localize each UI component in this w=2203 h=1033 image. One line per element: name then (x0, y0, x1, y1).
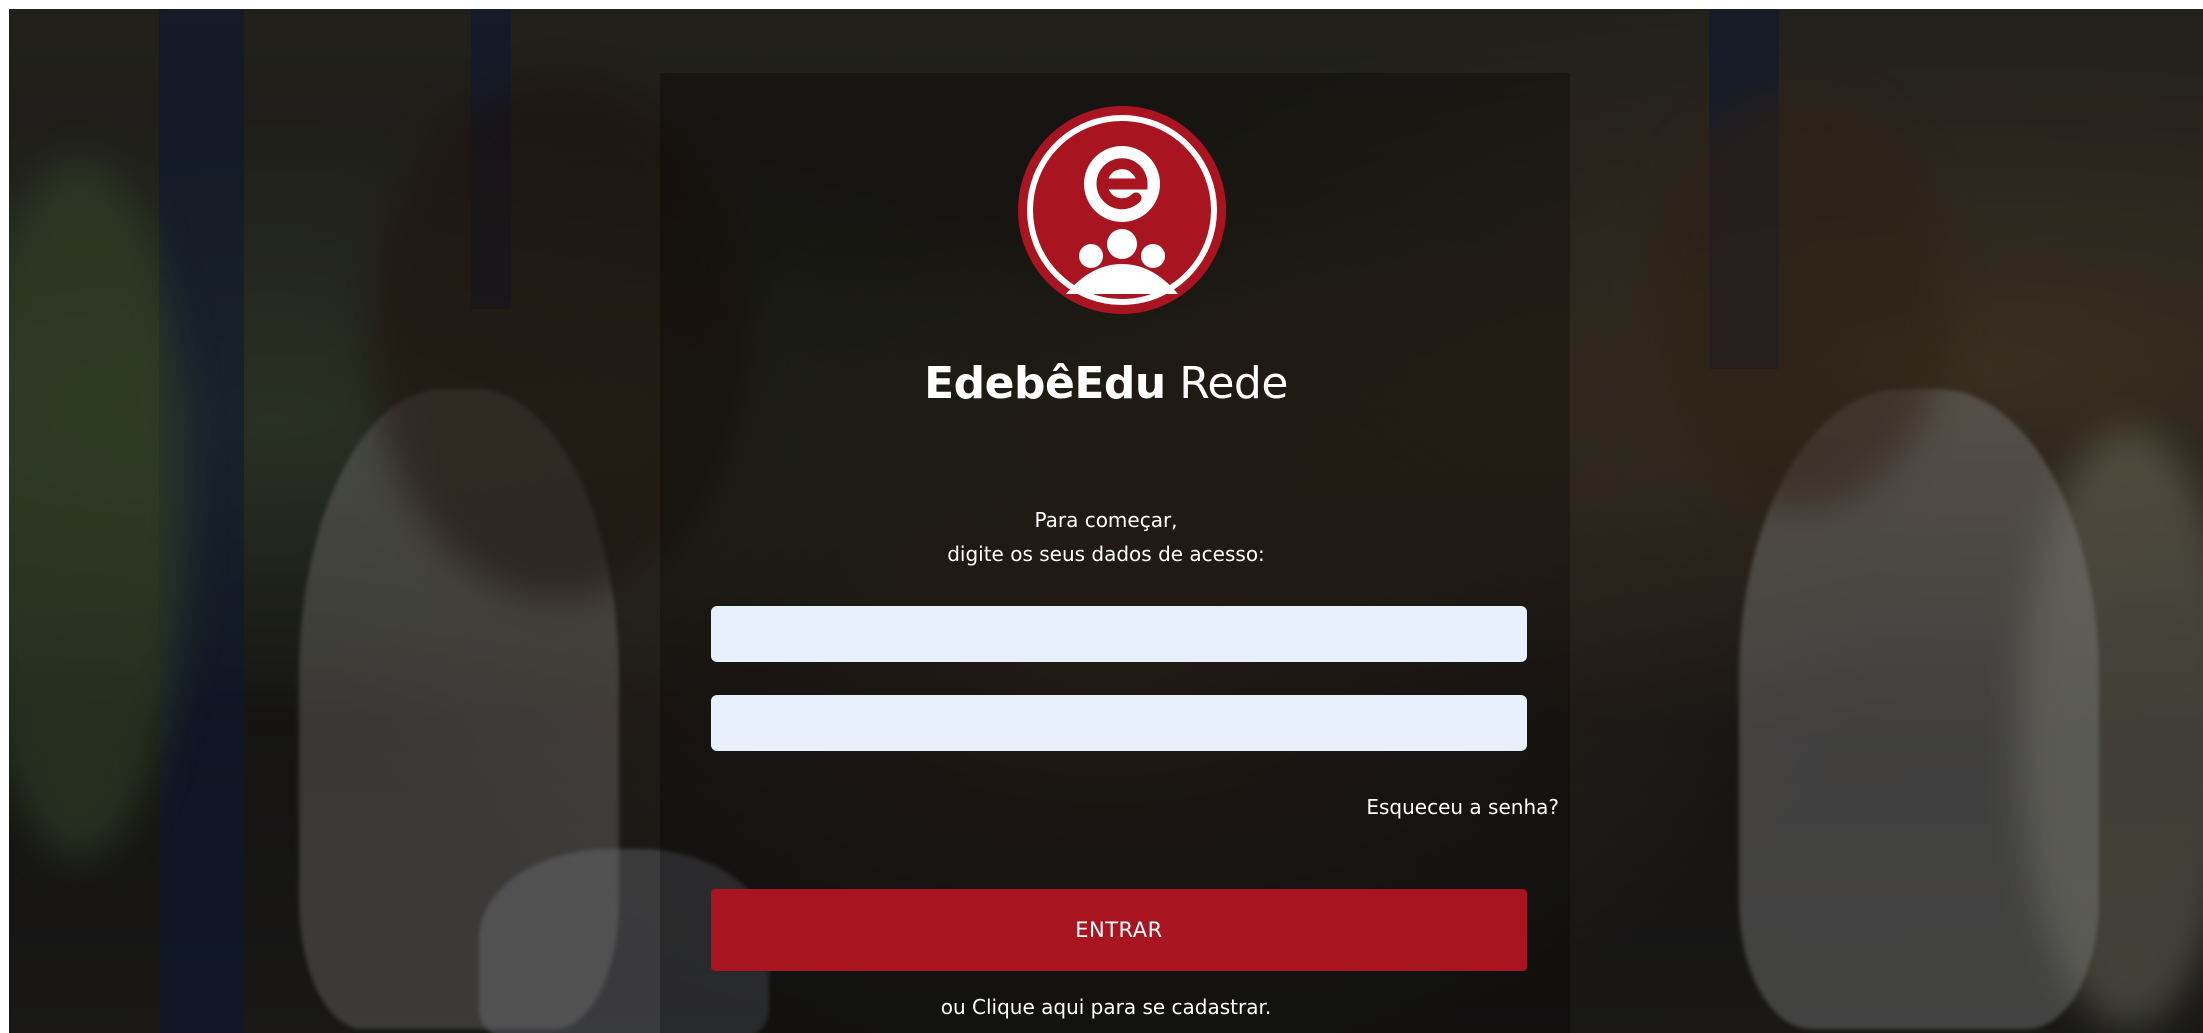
logo-graphic (1018, 106, 1226, 314)
forgot-password-link[interactable]: Esqueceu a senha? (1319, 791, 1559, 823)
intro-line-1: Para começar, (1034, 508, 1178, 532)
intro-text: Para começar, digite os seus dados de ac… (9, 503, 2203, 571)
login-background: EdebêEdu Rede Para começar, digite os se… (9, 9, 2203, 1033)
intro-line-2: digite os seus dados de acesso: (947, 542, 1265, 566)
edebe-edu-logo-icon (1018, 106, 1226, 314)
password-input[interactable] (711, 695, 1527, 751)
register-link[interactable]: ou Clique aqui para se cadastrar. (9, 991, 2203, 1023)
login-button[interactable]: ENTRAR (711, 889, 1527, 971)
brand-name-regular: Rede (1179, 358, 1288, 409)
username-input[interactable] (711, 606, 1527, 662)
brand-title: EdebêEdu Rede (9, 354, 2203, 414)
brand-name-bold: EdebêEdu (924, 358, 1166, 409)
